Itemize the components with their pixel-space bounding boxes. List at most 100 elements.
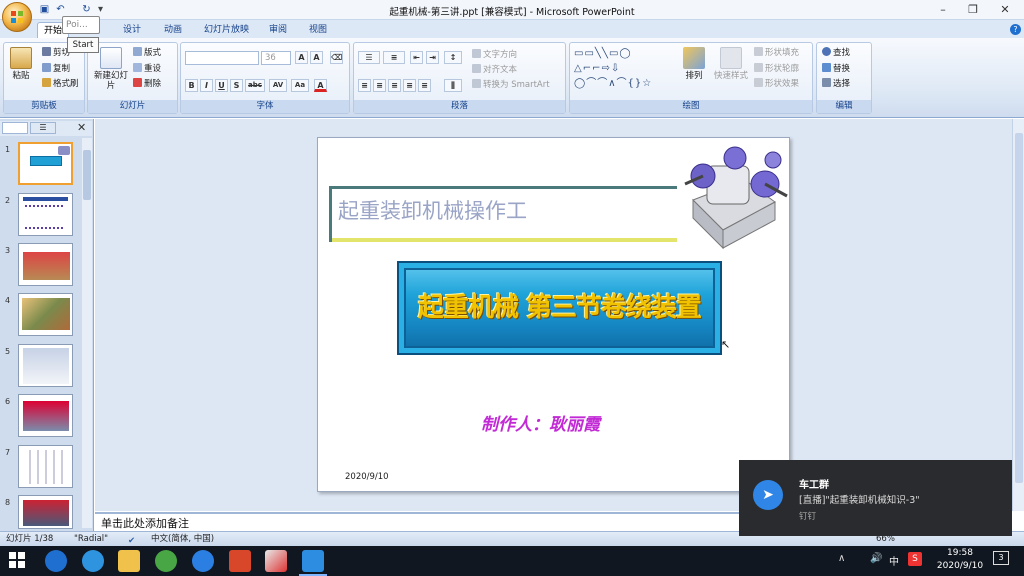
- shrink-font-icon[interactable]: A: [310, 51, 323, 64]
- align-left-icon[interactable]: ≡: [358, 79, 371, 92]
- maximize-button[interactable]: ❐: [958, 2, 988, 18]
- layout-button[interactable]: 版式: [133, 47, 161, 59]
- paint-app-icon[interactable]: [265, 550, 287, 572]
- slides-tab-icon[interactable]: [2, 122, 28, 134]
- font-color-button[interactable]: A: [314, 79, 327, 92]
- cut-button[interactable]: 剪切: [42, 47, 70, 59]
- text-direction-label: 文字方向: [483, 50, 518, 60]
- tray-chevron-icon[interactable]: ∧: [838, 553, 845, 564]
- shape-effects-button[interactable]: 形状效果: [754, 78, 799, 90]
- close-pane-icon[interactable]: ✕: [77, 121, 86, 134]
- slide-thumb-4[interactable]: [18, 293, 73, 336]
- align-text-button[interactable]: 对齐文本: [472, 64, 517, 76]
- find-button[interactable]: 查找: [822, 47, 850, 59]
- title-banner[interactable]: 起重机械 第三节卷绕装置: [397, 261, 722, 355]
- shadow-button[interactable]: S: [230, 79, 243, 92]
- help-icon[interactable]: ?: [1010, 24, 1021, 35]
- shape-fill-button[interactable]: 形状填充: [754, 47, 799, 59]
- windows-start-icon[interactable]: [9, 552, 25, 568]
- slide-canvas[interactable]: 起重装卸机械操作工 起重机械 第三节卷绕装置 ↖ 制作人：耿丽霞 2020/9/…: [317, 137, 790, 492]
- italic-button[interactable]: I: [200, 79, 213, 92]
- quick-styles-button[interactable]: 快速样式: [711, 47, 751, 81]
- text-direction-button[interactable]: 文字方向: [472, 49, 517, 61]
- file-explorer-icon[interactable]: [118, 550, 140, 572]
- shapes-gallery[interactable]: ▭▭╲╲▭◯ △⌐⌐⇨⇩ ◯⌒⌒∧⌒{}☆: [574, 46, 674, 94]
- increase-indent-icon[interactable]: ⇥: [426, 51, 439, 64]
- line-spacing-icon[interactable]: ↕: [444, 51, 462, 64]
- columns-icon[interactable]: ⫼: [444, 79, 462, 92]
- office-button[interactable]: [2, 2, 32, 32]
- tab-view[interactable]: 视图: [303, 22, 333, 39]
- slide-thumb-3[interactable]: [18, 243, 73, 286]
- editor-scroll-thumb[interactable]: [1015, 133, 1023, 483]
- paste-icon: [10, 47, 32, 69]
- taskbar-date[interactable]: 2020/9/10: [932, 561, 988, 571]
- capture-app-icon[interactable]: [302, 550, 324, 572]
- ie-icon[interactable]: [82, 550, 104, 572]
- tab-animation[interactable]: 动画: [158, 22, 188, 39]
- tab-review[interactable]: 审阅: [263, 22, 293, 39]
- new-slide-button[interactable]: 新建幻灯片: [93, 47, 129, 91]
- start-button[interactable]: Start: [67, 37, 99, 53]
- slides-group: 新建幻灯片 版式 重设 删除 幻灯片: [87, 42, 178, 114]
- justify-icon[interactable]: ≡: [403, 79, 416, 92]
- slide-thumb-8[interactable]: [18, 495, 73, 529]
- reset-button[interactable]: 重设: [133, 63, 161, 75]
- sogou-ime-icon[interactable]: S: [908, 552, 922, 566]
- bullets-icon[interactable]: ☰: [358, 51, 380, 64]
- slide-thumb-2[interactable]: [18, 193, 73, 236]
- align-right-icon[interactable]: ≡: [388, 79, 401, 92]
- dingtalk-taskbar-icon[interactable]: [192, 550, 214, 572]
- spellcheck-icon[interactable]: ✔: [128, 534, 140, 546]
- font-size-combo[interactable]: 36: [261, 51, 291, 65]
- strikethrough-button[interactable]: abc: [245, 79, 265, 92]
- change-case-button[interactable]: Aa: [291, 79, 309, 92]
- notification-toast[interactable]: ➤ 车工群 [直播]"起重装卸机械知识-3" 钉钉: [739, 460, 1012, 536]
- select-button[interactable]: 选择: [822, 78, 850, 90]
- tab-slideshow[interactable]: 幻灯片放映: [198, 22, 255, 39]
- copy-button[interactable]: 复制: [42, 63, 70, 75]
- smartart-button[interactable]: 转换为 SmartArt: [472, 79, 550, 91]
- slide-thumb-7[interactable]: [18, 445, 73, 488]
- arrange-button[interactable]: 排列: [680, 47, 708, 81]
- shape-outline-button[interactable]: 形状轮廓: [754, 63, 799, 75]
- thumb-machine-image: [58, 146, 70, 155]
- slide-heading[interactable]: 起重装卸机械操作工: [338, 195, 527, 225]
- close-button[interactable]: ✕: [990, 2, 1020, 18]
- thumb-content: [22, 298, 70, 330]
- slide-pane-scroll-thumb[interactable]: [83, 150, 91, 200]
- align-center-icon[interactable]: ≡: [373, 79, 386, 92]
- distributed-icon[interactable]: ≡: [418, 79, 431, 92]
- edge-icon[interactable]: [45, 550, 67, 572]
- char-spacing-button[interactable]: AV: [269, 79, 287, 92]
- slide-thumb-1[interactable]: [18, 142, 73, 185]
- clear-format-icon[interactable]: ⌫: [330, 51, 343, 64]
- tab-design[interactable]: 设计: [117, 22, 147, 39]
- text-direction-icon: [472, 49, 481, 58]
- minimize-button[interactable]: –: [928, 2, 958, 18]
- decrease-indent-icon[interactable]: ⇤: [410, 51, 423, 64]
- slide-pane-scrollbar[interactable]: [82, 138, 92, 528]
- delete-slide-button[interactable]: 删除: [133, 78, 161, 90]
- slide-author[interactable]: 制作人：耿丽霞: [481, 410, 600, 435]
- powerpoint-taskbar-icon[interactable]: [229, 550, 251, 572]
- action-center-icon[interactable]: 3: [993, 551, 1009, 565]
- slide-thumb-6[interactable]: [18, 394, 73, 437]
- grow-font-icon[interactable]: A: [295, 51, 308, 64]
- outline-tab-icon[interactable]: ☰: [30, 122, 56, 134]
- volume-icon[interactable]: 🔊: [870, 553, 882, 564]
- paste-button[interactable]: 粘贴: [8, 47, 34, 81]
- replace-button[interactable]: 替换: [822, 63, 850, 75]
- bold-button[interactable]: B: [185, 79, 198, 92]
- language-status[interactable]: 中文(简体, 中国): [151, 532, 214, 546]
- ime-indicator[interactable]: 中: [889, 553, 899, 568]
- browser-360-icon[interactable]: [155, 550, 177, 572]
- format-painter-button[interactable]: 格式刷: [42, 78, 79, 90]
- editor-scrollbar[interactable]: [1012, 119, 1024, 511]
- align-text-label: 对齐文本: [483, 65, 518, 75]
- numbering-icon[interactable]: ≡: [383, 51, 405, 64]
- taskbar-time[interactable]: 19:58: [940, 548, 980, 558]
- font-name-combo[interactable]: [185, 51, 259, 65]
- slide-thumb-5[interactable]: [18, 344, 73, 387]
- underline-button[interactable]: U: [215, 79, 228, 92]
